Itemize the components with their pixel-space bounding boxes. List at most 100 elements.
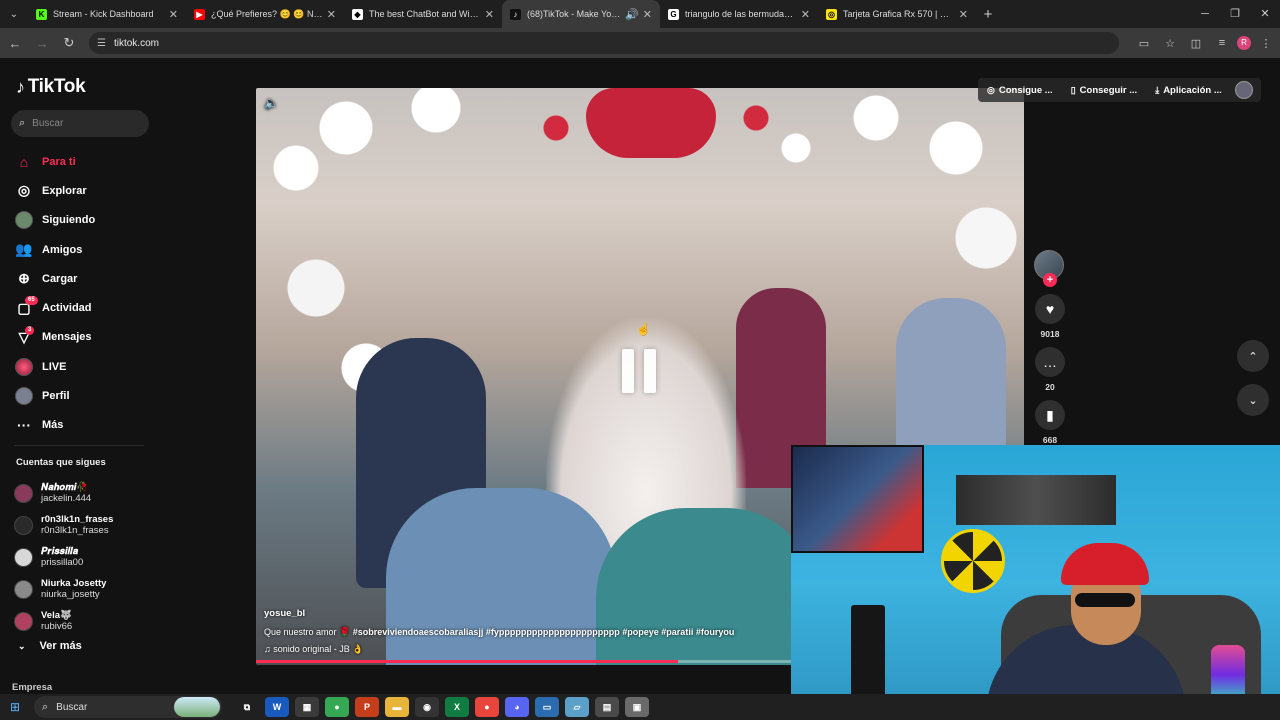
compass-icon: ◎ (17, 182, 31, 199)
window-app-icon[interactable]: ▭ (535, 697, 559, 717)
word-app-icon[interactable]: W (265, 697, 289, 717)
nav-item[interactable]: ··· Más (14, 411, 154, 440)
nav-item[interactable]: ▢ 65 Actividad (14, 293, 154, 322)
browser-tab[interactable]: ◎ Tarjeta Grafica Rx 570 | Mercad ✕ (818, 0, 976, 28)
discord-app-icon[interactable]: ◕ (505, 697, 529, 717)
bookmark-star-icon[interactable]: ☆ (1159, 37, 1181, 50)
nav-item[interactable]: Perfil (14, 381, 154, 410)
pause-button[interactable] (608, 340, 670, 402)
browser-tab[interactable]: K Stream - Kick Dashboard ✕ (28, 0, 186, 28)
tab-favicon-icon: ◆ (352, 8, 363, 20)
heart-icon[interactable]: ♥ (1035, 294, 1065, 324)
header-link-label: Conseguir ... (1079, 84, 1138, 96)
previous-video-button[interactable]: ⌃ (1237, 340, 1269, 372)
nav-item[interactable]: ⊕ Cargar (14, 264, 154, 293)
nav-item[interactable]: ◎ Explorar (14, 176, 154, 205)
following-account[interactable]: Niurka Josetty niurka_josetty (14, 573, 113, 605)
comment-action[interactable]: … 20 (1034, 347, 1066, 392)
account-handle: rubiv66 (41, 621, 73, 632)
browser-tab[interactable]: ♪ (68)TikTok - Make Your Day 🔊 ✕ (502, 0, 660, 28)
tab-favicon-icon: K (36, 8, 47, 20)
back-button[interactable]: ← (3, 36, 27, 51)
account-handle: niurka_josetty (41, 589, 100, 600)
tab-search-button[interactable]: ⌄ (0, 0, 28, 28)
excel-app-icon[interactable]: X (445, 697, 469, 717)
cast-icon[interactable]: ▭ (1133, 37, 1155, 50)
close-tab-icon[interactable]: ✕ (327, 8, 336, 21)
browser-tab[interactable]: ▶ ¿Qué Prefieres? 😊 😊 NIVEL E ✕ (186, 0, 344, 28)
video-sound[interactable]: ♫ sonido original - JB 👌 (264, 644, 804, 655)
search-input[interactable]: ⌕ Buscar (11, 110, 149, 137)
browser-tabstrip: ⌄ K Stream - Kick Dashboard ✕ ▶ ¿Qué Prefier… (0, 0, 1280, 28)
comment-icon[interactable]: … (1035, 347, 1065, 377)
obs-app-icon[interactable]: ◉ (415, 697, 439, 717)
follow-plus-icon[interactable]: + (1043, 273, 1057, 287)
nav-item[interactable]: Siguiendo (14, 206, 154, 235)
site-info-icon[interactable]: ☰ (97, 38, 106, 49)
chrome-app-icon[interactable]: ● (325, 697, 349, 717)
volume-icon[interactable]: 🔈 (264, 96, 279, 110)
media-control-icon[interactable]: ≡ (1211, 37, 1233, 49)
close-tab-icon[interactable]: ✕ (801, 8, 810, 21)
header-link[interactable]: ◎ Consigue ... (987, 85, 1053, 96)
nav-item[interactable]: ⌂ Para ti (14, 147, 154, 176)
caption-hashtags[interactable]: #sobreviviendoaescobaraliasjj #fyppppppp… (353, 627, 735, 637)
chrome-profile-app-icon[interactable]: ● (475, 697, 499, 717)
next-video-button[interactable]: ⌄ (1237, 384, 1269, 416)
nav-item[interactable]: ▽ 3 Mensajes (14, 323, 154, 352)
close-window-button[interactable]: ✕ (1250, 0, 1280, 28)
powerpoint-app-icon[interactable]: P (355, 697, 379, 717)
close-tab-icon[interactable]: ✕ (643, 8, 652, 21)
like-action[interactable]: ♥ 9018 (1034, 294, 1066, 339)
browser-tab[interactable]: Gtriangulo de las bermudas ubic ✕ (660, 0, 818, 28)
taskbar-search-label: Buscar (56, 701, 88, 713)
header-link-label: Consigue ... (998, 84, 1053, 96)
creator-avatar[interactable]: + (1034, 250, 1064, 287)
restore-button[interactable]: ❐ (1220, 0, 1250, 28)
new-tab-button[interactable]: + (976, 6, 1000, 23)
forward-button[interactable]: → (30, 36, 54, 51)
calculator-app-icon[interactable]: ▤ (595, 697, 619, 717)
header-link[interactable]: ▯ Conseguir ... (1071, 85, 1138, 96)
browser-tab[interactable]: ◆ The best ChatBot and Widgets ✕ (344, 0, 502, 28)
minimize-button[interactable]: ─ (1190, 0, 1220, 28)
header-link[interactable]: ⤓ Aplicación ... (1155, 85, 1222, 96)
nav-item[interactable]: 👥 Amigos (14, 235, 154, 264)
tiktok-logo[interactable]: ♪ TikTok (16, 76, 86, 98)
store-app-icon[interactable]: ▦ (295, 697, 319, 717)
nav-item[interactable]: LIVE (14, 352, 154, 381)
save-action[interactable]: ▮ 668 (1034, 400, 1066, 445)
video-caption: Que nuestro amor 🌹 #sobreviviendoaescoba… (264, 627, 804, 638)
user-avatar[interactable] (1234, 81, 1253, 99)
friends-icon: 👥 (15, 241, 33, 258)
bookmark-icon[interactable]: ▮ (1035, 400, 1065, 430)
following-account[interactable]: Vela🐺 rubiv66 (14, 605, 113, 637)
extensions-icon[interactable]: ◫ (1185, 37, 1207, 50)
account-display-name: 𝑵𝒂𝒉𝒐𝒎𝒊🥀 (41, 482, 89, 493)
profile-avatar[interactable]: R (1237, 36, 1251, 50)
search-icon: ⌕ (19, 117, 26, 129)
app-app-icon[interactable]: ▣ (625, 697, 649, 717)
see-more-button[interactable]: ⌄ Ver más (18, 640, 82, 652)
chevron-down-icon: ⌄ (18, 640, 26, 651)
url-field[interactable]: ☰ tiktok.com (89, 32, 1119, 54)
taskbar-search[interactable]: ⌕ Buscar (34, 696, 222, 718)
notes-app-icon[interactable]: ▱ (565, 697, 589, 717)
browser-menu-icon[interactable]: ⋮ (1255, 37, 1277, 50)
following-account[interactable]: 𝑷𝒓𝒊𝒔𝒔𝒊𝒍𝒍𝒂 prissilla00 (14, 541, 113, 573)
close-tab-icon[interactable]: ✕ (485, 8, 494, 21)
following-account[interactable]: r0n3lk1n_frases r0n3lk1n_frases (14, 509, 113, 541)
webcam-cap (1061, 543, 1149, 585)
task-view-app-icon[interactable]: ⧉ (235, 697, 259, 717)
heart-decoration (586, 88, 716, 158)
video-author[interactable]: yosue_bl (264, 608, 804, 619)
tab-audio-icon[interactable]: 🔊 (625, 8, 639, 21)
close-tab-icon[interactable]: ✕ (169, 8, 178, 21)
close-tab-icon[interactable]: ✕ (959, 8, 968, 21)
following-account[interactable]: 𝑵𝒂𝒉𝒐𝒎𝒊🥀 jackelin.444 (14, 477, 113, 509)
windows-start-icon[interactable]: ⊞ (0, 700, 30, 714)
explorer-app-icon[interactable]: ▬ (385, 697, 409, 717)
reload-button[interactable]: ↻ (57, 35, 81, 51)
company-link[interactable]: Empresa (12, 682, 52, 693)
nav-label: Siguiendo (42, 214, 96, 227)
